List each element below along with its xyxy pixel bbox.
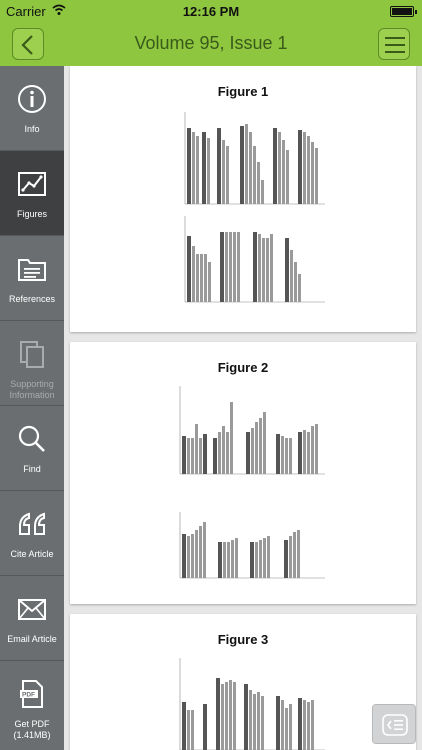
sidebar-item-label: Find xyxy=(23,464,41,474)
figure-card-2[interactable]: Figure 2 xyxy=(70,342,416,604)
chart-icon xyxy=(18,172,46,196)
sidebar-item-label: Supporting Information xyxy=(9,379,55,400)
page-title: Volume 95, Issue 1 xyxy=(134,33,288,53)
svg-text:PDF: PDF xyxy=(22,692,35,699)
folder-list-icon xyxy=(18,259,46,281)
sidebar-item-cite-article[interactable]: Cite Article xyxy=(0,491,64,576)
figure-card-3[interactable]: Figure 3 xyxy=(70,614,416,750)
sidebar-item-info[interactable]: Info xyxy=(0,66,64,151)
sidebar-item-label: Get PDF (1.41MB) xyxy=(13,719,51,740)
sidebar-item-figures[interactable]: Figures xyxy=(0,151,70,236)
sidebar-item-email-article[interactable]: Email Article xyxy=(0,576,64,661)
sidebar-item-label: Info xyxy=(24,124,40,134)
sidebar: Info Figures References Supporting Infor… xyxy=(0,66,70,750)
navigation-bar: Volume 95, Issue 1 xyxy=(0,22,422,66)
info-icon xyxy=(18,85,46,113)
sidebar-item-label: References xyxy=(8,294,56,304)
search-icon xyxy=(18,425,45,452)
sidebar-item-label: Figures xyxy=(16,209,47,219)
status-bar: Carrier 12:16 PM xyxy=(0,0,422,22)
sidebar-item-find[interactable]: Find xyxy=(0,406,64,491)
sidebar-item-get-pdf[interactable]: PDF Get PDF (1.41MB) xyxy=(0,661,64,750)
menu-button[interactable] xyxy=(378,28,410,60)
collapse-menu-icon xyxy=(382,714,408,736)
sidebar-item-supporting-information: Supporting Information xyxy=(0,321,64,406)
figure-card-1[interactable]: Figure 1 xyxy=(70,66,416,332)
quote-icon xyxy=(19,512,45,535)
pdf-icon: PDF xyxy=(20,680,43,708)
figure-2-thumbnail xyxy=(179,386,325,579)
hamburger-menu-icon xyxy=(385,37,405,53)
figure-1-thumbnail xyxy=(184,112,325,303)
sidebar-item-references[interactable]: References xyxy=(0,236,64,321)
sidebar-item-label: Email Article xyxy=(7,634,57,644)
copy-documents-icon xyxy=(20,341,44,368)
clock: 12:16 PM xyxy=(182,4,240,19)
figures-list[interactable]: Figure 1 Figure 2 Figure 3 xyxy=(64,66,422,750)
envelope-icon xyxy=(18,599,46,620)
sidebar-item-label: Cite Article xyxy=(10,549,54,559)
collapse-sidebar-button[interactable] xyxy=(372,704,416,744)
battery-icon xyxy=(390,6,417,17)
figure-3-thumbnail xyxy=(179,658,325,750)
